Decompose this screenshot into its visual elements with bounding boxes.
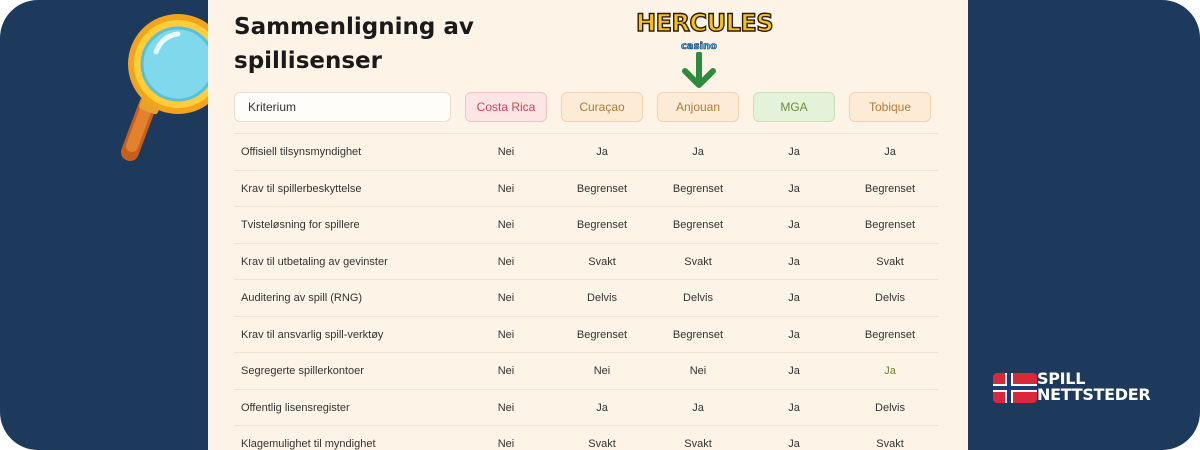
table-row: Krav til spillerbeskyttelse Nei Begrense… bbox=[234, 169, 938, 207]
norway-flag-icon bbox=[993, 373, 1037, 403]
cell-curacao: Ja bbox=[596, 146, 608, 158]
cell-tobique: Begrenset bbox=[864, 219, 916, 231]
cell-anjouan: Ja bbox=[692, 146, 704, 158]
cell-curacao: Svakt bbox=[588, 438, 616, 450]
cell-tobique: Svakt bbox=[876, 255, 904, 268]
cell-costa-rica: Nei bbox=[497, 292, 515, 304]
row-label: Auditering av spill (RNG) bbox=[241, 292, 363, 304]
cell-curacao: Begrenset bbox=[576, 182, 628, 195]
cell-tobique: Begrenset bbox=[864, 328, 916, 341]
column-header-costa-rica: Costa Rica bbox=[465, 92, 547, 122]
table-row: Krav til ansvarlig spill-verktøy Nei Beg… bbox=[234, 315, 938, 353]
cell-anjouan: Svakt bbox=[684, 255, 712, 268]
cell-mga: Ja bbox=[788, 219, 800, 231]
row-label: Segregerte spillerkontoer bbox=[241, 365, 364, 377]
cell-tobique: Ja bbox=[884, 146, 896, 158]
table-row: Tvisteløsning for spillere Nei Begrenset… bbox=[234, 206, 938, 243]
cell-costa-rica: Nei bbox=[497, 365, 515, 377]
cell-mga: Ja bbox=[788, 146, 800, 158]
row-label: Krav til utbetaling av gevinster bbox=[241, 255, 388, 268]
cell-curacao: Begrenset bbox=[576, 328, 628, 341]
cell-tobique: Delvis bbox=[875, 401, 905, 414]
cell-mga: Ja bbox=[788, 182, 800, 195]
cell-mga: Ja bbox=[788, 438, 800, 450]
criterion-header: Kriterium bbox=[234, 92, 451, 122]
row-label: Offentlig lisensregister bbox=[241, 401, 350, 414]
column-header-tobique: Tobique bbox=[849, 92, 931, 122]
cell-anjouan: Begrenset bbox=[672, 328, 724, 341]
hercules-casino-logo: HERCULES casino bbox=[635, 9, 774, 52]
row-label: Krav til spillerbeskyttelse bbox=[241, 182, 362, 195]
cell-costa-rica: Nei bbox=[497, 328, 515, 341]
cell-anjouan: Delvis bbox=[683, 292, 713, 304]
cell-costa-rica: Nei bbox=[497, 401, 515, 414]
cell-curacao: Begrenset bbox=[576, 219, 628, 231]
cell-anjouan: Begrenset bbox=[672, 182, 724, 195]
column-header-curacao: Curaçao bbox=[561, 92, 643, 122]
row-label: Offisiell tilsynsmyndighet bbox=[241, 146, 362, 158]
cell-curacao: Nei bbox=[593, 365, 611, 377]
column-header-mga: MGA bbox=[753, 92, 835, 122]
cell-mga: Ja bbox=[788, 328, 800, 341]
page-background: Sammenligning av spillisenser HERCULES c… bbox=[0, 0, 1200, 450]
cell-mga: Ja bbox=[788, 365, 800, 377]
table-row: Auditering av spill (RNG) Nei Delvis Del… bbox=[234, 279, 938, 316]
cell-tobique: Svakt bbox=[876, 438, 904, 450]
cell-mga: Ja bbox=[788, 401, 800, 414]
comparison-table: Offisiell tilsynsmyndighet Nei Ja Ja Ja … bbox=[234, 133, 938, 450]
logo-sub: casino bbox=[680, 41, 718, 53]
cell-tobique: Begrenset bbox=[864, 182, 916, 195]
table-row: Offentlig lisensregister Nei Ja Ja Ja De… bbox=[234, 388, 938, 426]
column-header-anjouan: Anjouan bbox=[657, 92, 739, 122]
cell-mga: Ja bbox=[788, 292, 800, 304]
cell-anjouan: Ja bbox=[692, 401, 704, 414]
brand-text: SPILL NETTSTEDER bbox=[1037, 371, 1177, 403]
table-row: Klagemulighet til myndighet Nei Svakt Sv… bbox=[234, 425, 938, 450]
cell-costa-rica: Nei bbox=[497, 219, 515, 231]
cell-anjouan: Svakt bbox=[684, 438, 712, 450]
cell-anjouan: Nei bbox=[689, 365, 707, 377]
cell-tobique: Ja bbox=[884, 365, 896, 377]
cell-costa-rica: Nei bbox=[497, 438, 515, 450]
table-row: Segregerte spillerkontoer Nei Nei Nei Ja… bbox=[234, 352, 938, 389]
table-row: Offisiell tilsynsmyndighet Nei Ja Ja Ja … bbox=[234, 133, 938, 170]
cell-costa-rica: Nei bbox=[497, 255, 515, 268]
brand-line-2: NETTSTEDER bbox=[1037, 385, 1151, 404]
table-row: Krav til utbetaling av gevinster Nei Sva… bbox=[234, 242, 938, 280]
page-title: Sammenligning av spillisenser bbox=[234, 14, 474, 74]
cell-anjouan: Begrenset bbox=[672, 219, 724, 231]
cell-curacao: Delvis bbox=[587, 292, 617, 304]
cell-mga: Ja bbox=[788, 255, 800, 268]
row-label: Krav til ansvarlig spill-verktøy bbox=[241, 328, 384, 341]
arrow-down-icon bbox=[682, 52, 716, 88]
cell-curacao: Ja bbox=[596, 401, 608, 414]
cell-tobique: Delvis bbox=[875, 292, 905, 304]
cell-costa-rica: Nei bbox=[497, 182, 515, 195]
cell-curacao: Svakt bbox=[588, 255, 616, 268]
logo-brand: HERCULES bbox=[635, 9, 774, 37]
row-label: Klagemulighet til myndighet bbox=[241, 438, 376, 450]
row-label: Tvisteløsning for spillere bbox=[241, 219, 360, 231]
cell-costa-rica: Nei bbox=[497, 146, 515, 158]
